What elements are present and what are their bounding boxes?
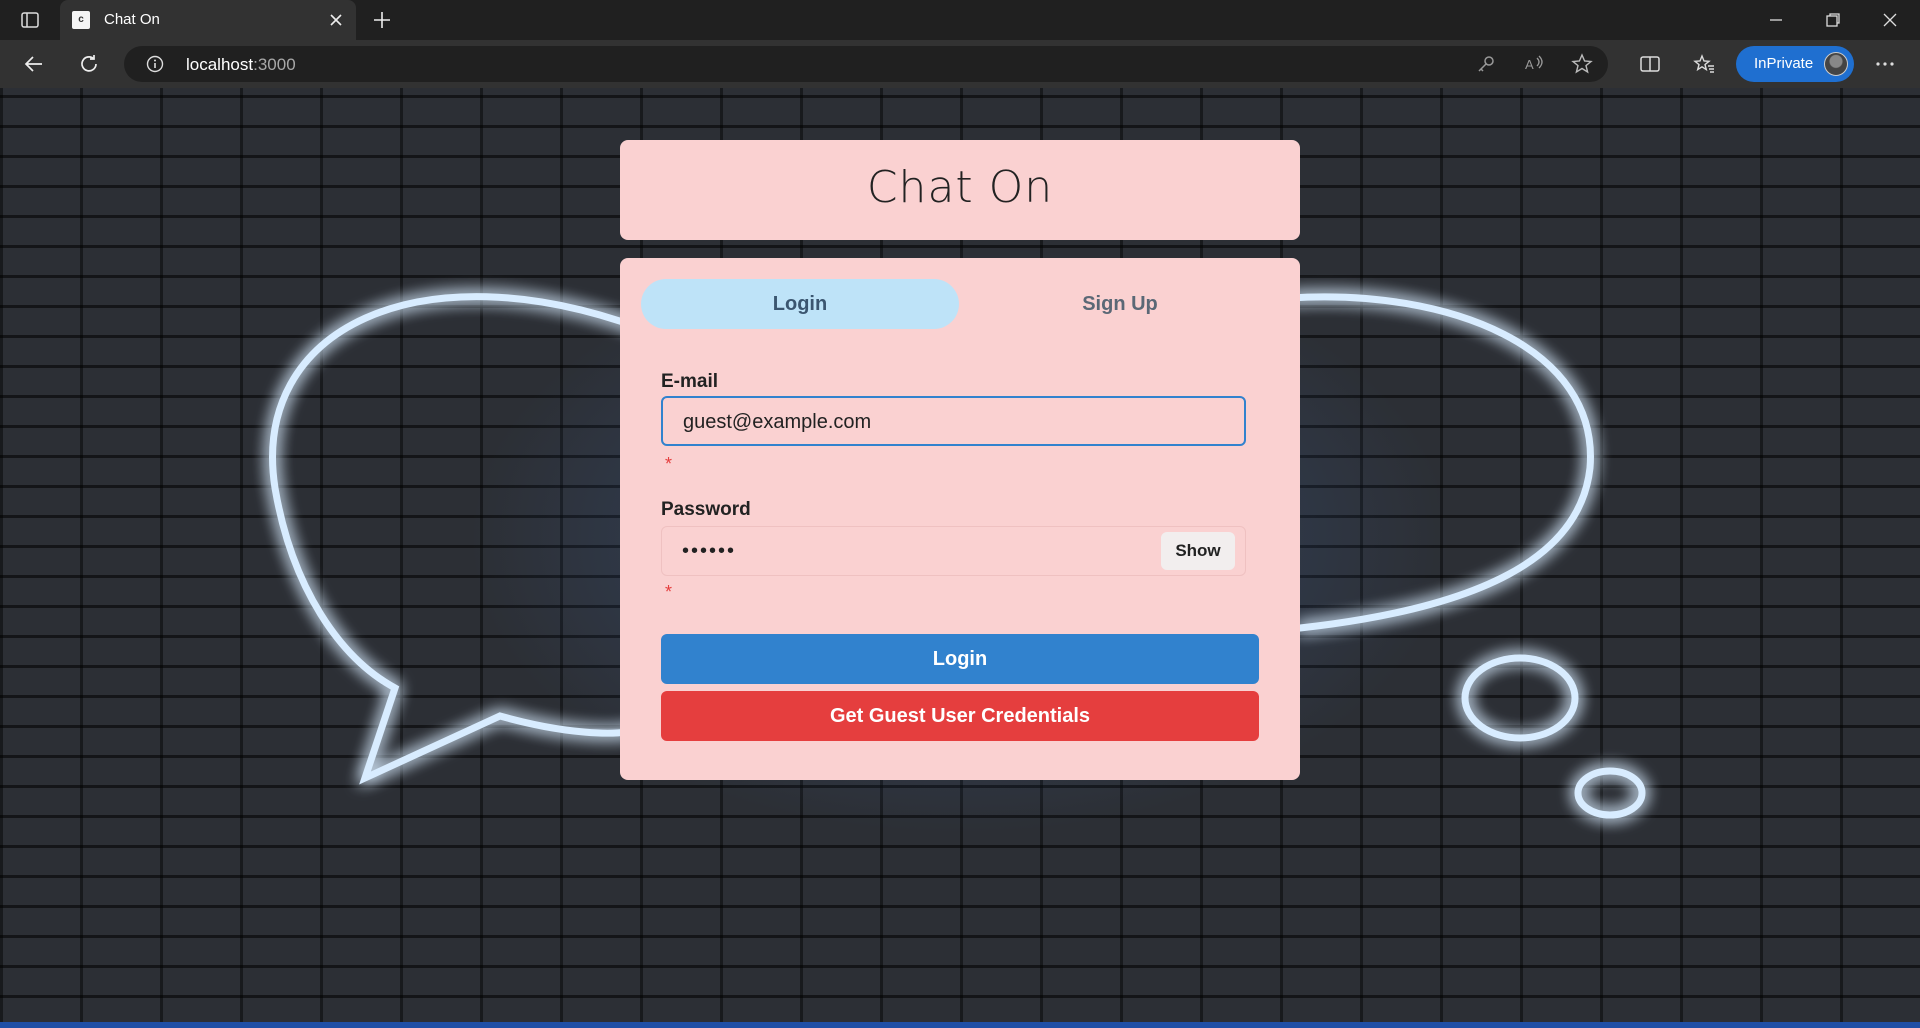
inprivate-label: InPrivate: [1754, 55, 1814, 72]
minimize-icon[interactable]: [1764, 8, 1788, 32]
guest-credentials-button[interactable]: Get Guest User Credentials: [661, 691, 1259, 741]
browser-toolbar: localhost:3000 A InPrivate: [0, 40, 1920, 88]
restore-icon[interactable]: [1821, 8, 1845, 32]
favorite-star-icon[interactable]: [1570, 52, 1594, 76]
read-aloud-icon[interactable]: A: [1522, 52, 1546, 76]
address-bar[interactable]: localhost:3000 A: [124, 46, 1608, 82]
url-host: localhost: [186, 55, 254, 74]
back-arrow-icon[interactable]: [22, 52, 46, 76]
tab-login[interactable]: Login: [641, 279, 959, 329]
split-screen-icon[interactable]: [1638, 52, 1662, 76]
auth-card: Login Sign Up E-mail guest@example.com *…: [620, 258, 1300, 780]
page-title: Chat On: [866, 162, 1054, 213]
refresh-icon[interactable]: [77, 52, 101, 76]
show-password-button[interactable]: Show: [1161, 532, 1235, 570]
tab-signup[interactable]: Sign Up: [961, 279, 1279, 329]
tab-actions-icon[interactable]: [20, 10, 40, 30]
url-port: :3000: [253, 55, 296, 74]
tab-title: Chat On: [104, 11, 160, 28]
profile-avatar-icon: [1824, 52, 1848, 76]
email-label: E-mail: [661, 371, 719, 392]
taskbar-edge: [0, 1022, 1920, 1028]
browser-titlebar: c Chat On: [0, 0, 1920, 40]
browser-tab[interactable]: c Chat On: [60, 0, 356, 40]
app-header: Chat On: [620, 140, 1300, 240]
url-text: localhost:3000: [186, 55, 296, 75]
key-icon[interactable]: [1474, 52, 1498, 76]
site-info-icon[interactable]: [146, 55, 164, 73]
password-field[interactable]: ••••••: [661, 526, 1246, 576]
email-field[interactable]: guest@example.com: [661, 396, 1246, 446]
svg-text:A: A: [1525, 57, 1534, 72]
close-window-icon[interactable]: [1878, 8, 1902, 32]
close-tab-icon[interactable]: [326, 10, 346, 30]
page-viewport: Chat On Login Sign Up E-mail guest@examp…: [0, 88, 1920, 1028]
password-required-mark: *: [665, 582, 673, 602]
password-label: Password: [661, 499, 751, 520]
inprivate-badge[interactable]: InPrivate: [1736, 46, 1854, 82]
more-options-icon[interactable]: [1873, 52, 1897, 76]
new-tab-icon[interactable]: [370, 8, 394, 32]
tab-favicon-icon: c: [72, 11, 90, 29]
email-required-mark: *: [665, 454, 673, 474]
login-button[interactable]: Login: [661, 634, 1259, 684]
favorites-icon[interactable]: [1692, 52, 1716, 76]
